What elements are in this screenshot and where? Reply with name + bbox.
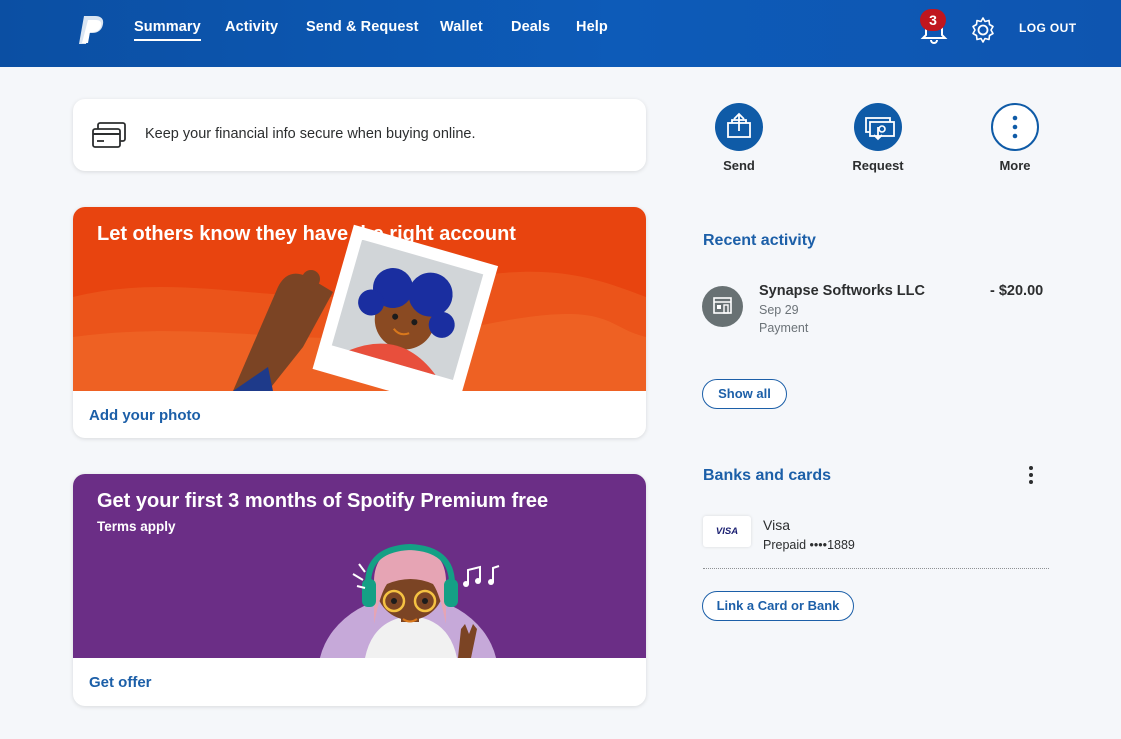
activity-merchant-name: Synapse Softworks LLC	[759, 283, 925, 299]
add-photo-promo-card: Let others know they have the right acco…	[73, 207, 646, 438]
nav-deals[interactable]: Deals	[511, 19, 550, 35]
request-label: Request	[852, 158, 904, 173]
request-action-button[interactable]: Request	[833, 103, 923, 173]
terms-apply-text: Terms apply	[97, 519, 176, 534]
link-card-or-bank-button[interactable]: Link a Card or Bank	[702, 591, 854, 621]
card-detail: Prepaid ••••1889	[763, 538, 855, 552]
logout-button[interactable]: LOG OUT	[1019, 21, 1076, 35]
secure-info-text: Keep your financial info secure when buy…	[145, 126, 476, 142]
credit-cards-icon	[92, 122, 126, 148]
show-all-button[interactable]: Show all	[702, 379, 787, 409]
merchant-store-icon	[702, 286, 743, 327]
add-photo-promo-title: Let others know they have the right acco…	[97, 223, 516, 245]
more-vertical-icon	[991, 103, 1039, 151]
more-action-button[interactable]: More	[970, 103, 1060, 173]
send-money-icon	[715, 103, 763, 151]
recent-activity-heading: Recent activity	[703, 232, 816, 249]
activity-date: Sep 29	[759, 303, 799, 317]
nav-send-request[interactable]: Send & Request	[306, 19, 419, 35]
nav-activity[interactable]: Activity	[225, 19, 278, 35]
more-label: More	[999, 158, 1031, 173]
nav-wallet[interactable]: Wallet	[440, 19, 483, 35]
get-offer-link[interactable]: Get offer	[89, 674, 152, 691]
request-money-icon	[854, 103, 902, 151]
add-your-photo-link[interactable]: Add your photo	[89, 407, 201, 424]
spotify-offer-card: Get your first 3 months of Spotify Premi…	[73, 474, 646, 706]
top-navigation-bar: Summary Activity Send & Request Wallet D…	[0, 0, 1121, 67]
spotify-promo-title: Get your first 3 months of Spotify Premi…	[97, 490, 549, 512]
nav-help[interactable]: Help	[576, 19, 608, 35]
settings-gear-icon[interactable]	[969, 16, 997, 44]
banks-cards-options-icon[interactable]	[1024, 466, 1038, 486]
divider	[703, 568, 1049, 569]
activity-type: Payment	[759, 321, 809, 335]
card-name: Visa	[763, 517, 790, 533]
activity-amount: - $20.00	[990, 283, 1044, 299]
add-photo-banner-illustration: Let others know they have the right acco…	[73, 207, 646, 391]
secure-info-banner[interactable]: Keep your financial info secure when buy…	[73, 99, 646, 171]
nav-summary[interactable]: Summary	[134, 19, 201, 41]
visa-logo-icon: VISA	[703, 516, 751, 547]
send-label: Send	[723, 158, 755, 173]
banks-and-cards-heading: Banks and cards	[703, 467, 832, 484]
send-action-button[interactable]: Send	[694, 103, 784, 173]
paypal-logo[interactable]	[78, 14, 106, 46]
notification-count-badge: 3	[920, 9, 946, 31]
spotify-banner-illustration: Get your first 3 months of Spotify Premi…	[73, 474, 646, 658]
